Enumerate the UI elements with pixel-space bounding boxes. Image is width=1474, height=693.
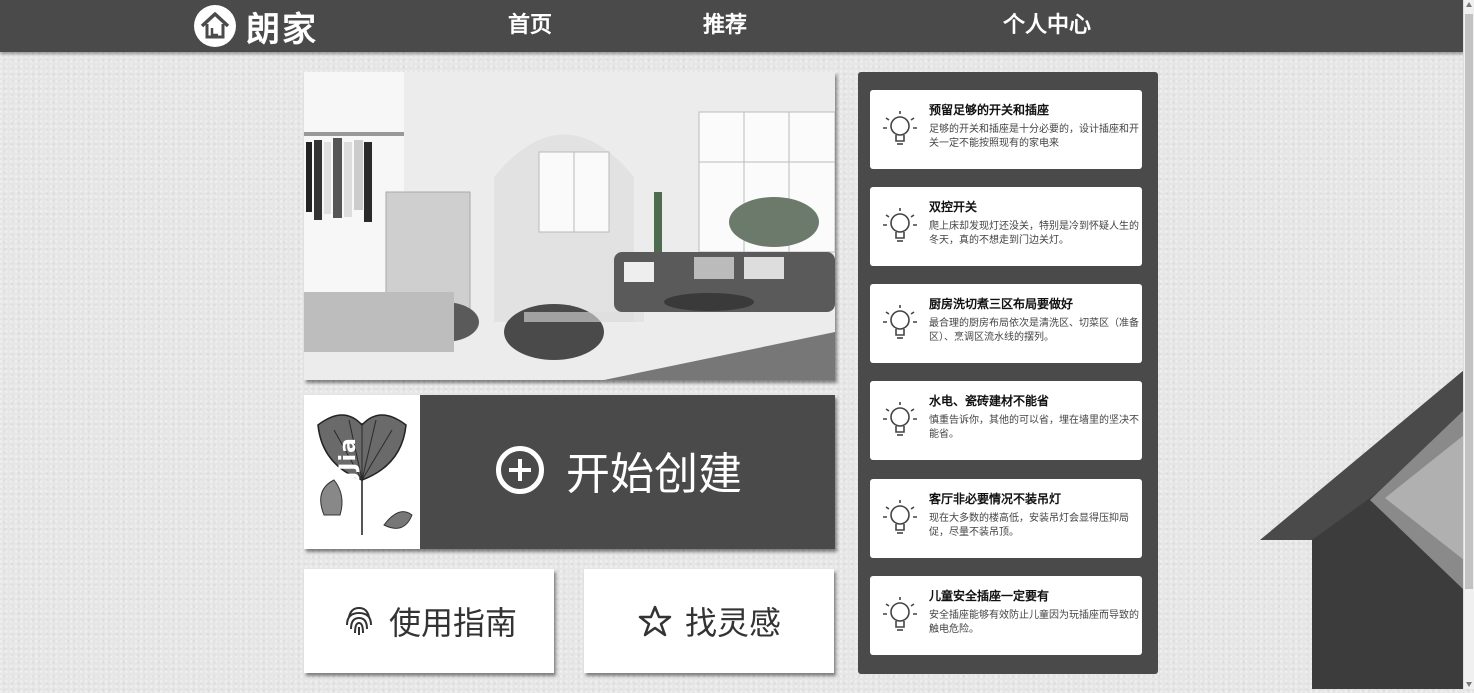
lightbulb-icon [880, 205, 920, 249]
start-create-button[interactable]: 开始创建 [496, 438, 742, 502]
tip-card[interactable]: 双控开关 爬上床却发现灯还没关，特别是冷到怀疑人生的冬天，真的不想走到门边关灯。 [870, 187, 1142, 266]
ginkgo-leaf-thumbnail: LangJia [304, 395, 420, 549]
scrollbar-thumb[interactable] [1465, 14, 1473, 589]
start-create-label: 开始创建 [566, 449, 742, 500]
plus-circle-icon [496, 446, 544, 494]
lightbulb-icon [880, 594, 920, 638]
tip-title: 双控开关 [929, 200, 978, 214]
tip-description: 爬上床却发现灯还没关，特别是冷到怀疑人生的冬天，真的不想走到门边关灯。 [929, 221, 1139, 246]
user-guide-button[interactable]: 使用指南 [304, 569, 554, 673]
user-guide-label: 使用指南 [388, 604, 517, 642]
tip-card[interactable]: 儿童安全插座一定要有 安全插座能够有效防止儿童因为玩插座而导致的触电危险。 [870, 576, 1142, 655]
tip-title: 厨房洗切煮三区布局要做好 [929, 297, 1074, 311]
tip-description: 最合理的厨房布局依次是清洗区、切菜区（准备区）、烹调区流水线的摆列。 [929, 318, 1139, 343]
tip-description: 慎重告诉你，其他的可以省，埋在墙里的坚决不能省。 [929, 415, 1139, 440]
decorative-house-shape [1260, 370, 1464, 689]
scroll-up-arrow-icon[interactable] [1466, 2, 1472, 7]
tip-title: 客厅非必要情况不装吊灯 [929, 492, 1062, 506]
star-outline-icon [637, 603, 673, 639]
tips-panel: 预留足够的开关和插座 足够的开关和插座是十分必要的，设计插座和开关一定不能按照现… [858, 72, 1158, 674]
tip-description: 足够的开关和插座是十分必要的，设计插座和开关一定不能按照现有的家电来 [929, 124, 1139, 149]
logo-text: 朗家 [246, 9, 318, 50]
logo[interactable]: 朗家 [194, 3, 318, 50]
tip-description: 现在大多数的楼高低，安装吊灯会显得压抑局促，尽量不装吊顶。 [929, 513, 1129, 538]
lightbulb-icon [880, 399, 920, 443]
tip-title: 儿童安全插座一定要有 [929, 589, 1050, 603]
hero-interior-image [304, 72, 835, 380]
nav-personal-center[interactable]: 个人中心 [1003, 0, 1091, 52]
fingerprint-icon [341, 603, 377, 639]
tip-description: 安全插座能够有效防止儿童因为玩插座而导致的触电危险。 [929, 610, 1139, 635]
vertical-scrollbar[interactable] [1463, 0, 1474, 689]
tip-card[interactable]: 预留足够的开关和插座 足够的开关和插座是十分必要的，设计插座和开关一定不能按照现… [870, 90, 1142, 169]
nav-recommend[interactable]: 推荐 [703, 0, 747, 52]
house-logo-icon [194, 5, 236, 47]
nav-home[interactable]: 首页 [508, 0, 552, 52]
lightbulb-icon [880, 497, 920, 541]
find-inspiration-button[interactable]: 找灵感 [584, 569, 834, 673]
find-inspiration-label: 找灵感 [684, 604, 781, 642]
brand-watermark-text: LangJia [336, 437, 361, 535]
scroll-down-arrow-icon[interactable] [1466, 682, 1472, 687]
tip-title: 预留足够的开关和插座 [929, 103, 1050, 117]
top-navigation-bar: 朗家 首页 推荐 个人中心 [0, 0, 1464, 52]
tip-card[interactable]: 厨房洗切煮三区布局要做好 最合理的厨房布局依次是清洗区、切菜区（准备区）、烹调区… [870, 284, 1142, 363]
lightbulb-icon [880, 302, 920, 346]
tip-title: 水电、瓷砖建材不能省 [929, 394, 1050, 408]
tip-card[interactable]: 客厅非必要情况不装吊灯 现在大多数的楼高低，安装吊灯会显得压抑局促，尽量不装吊顶… [870, 479, 1142, 558]
start-create-card[interactable]: LangJia 开始创建 [304, 395, 835, 549]
tip-card[interactable]: 水电、瓷砖建材不能省 慎重告诉你，其他的可以省，埋在墙里的坚决不能省。 [870, 381, 1142, 460]
lightbulb-icon [880, 108, 920, 152]
